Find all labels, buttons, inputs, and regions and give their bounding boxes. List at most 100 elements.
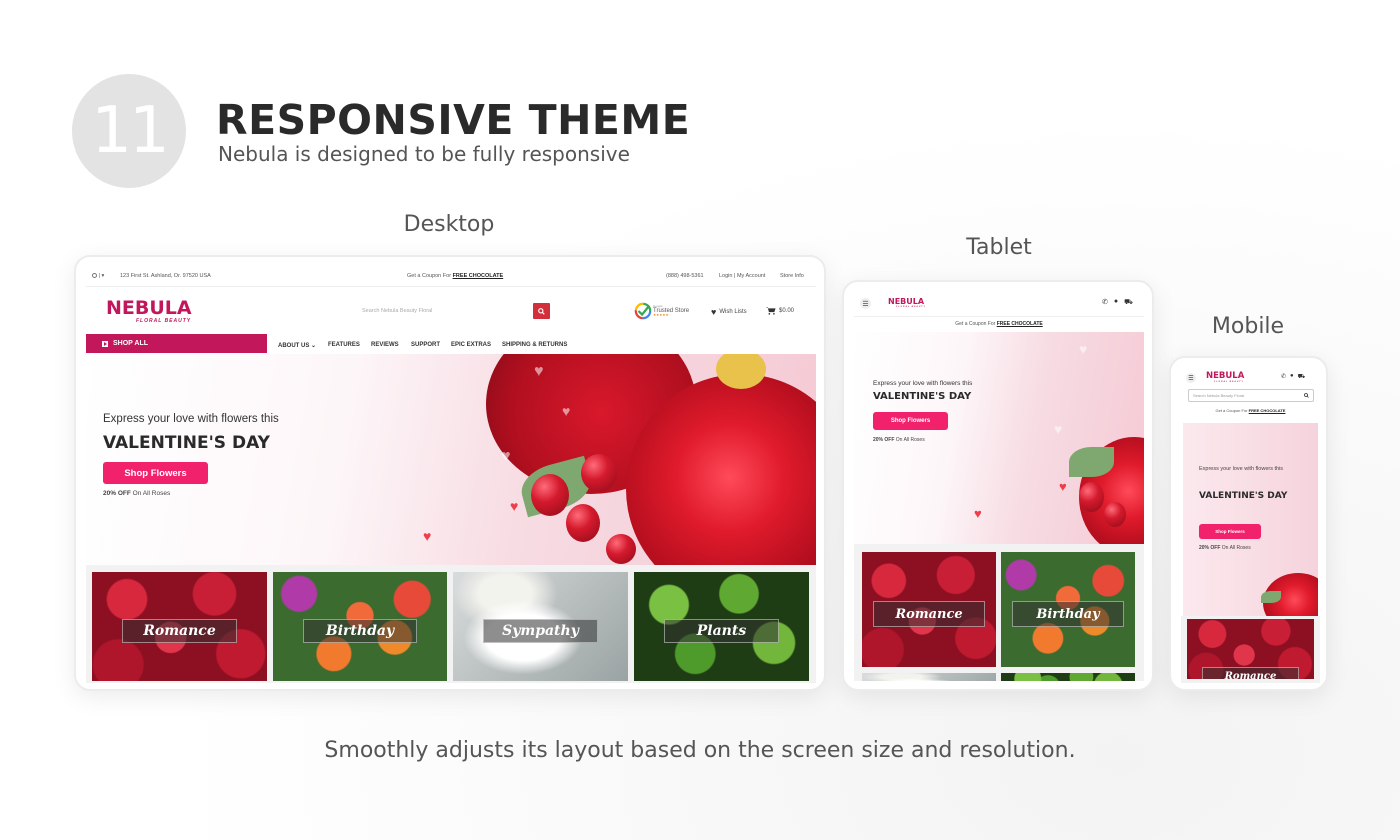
user-icon[interactable]: ● bbox=[1290, 373, 1294, 381]
category-tile-sympathy[interactable]: Sympathy bbox=[453, 572, 628, 681]
free-chocolate-link[interactable]: FREE CHOCOLATE bbox=[997, 321, 1043, 327]
slide-title: RESPONSIVE THEME bbox=[216, 96, 691, 144]
logo-wordmark: NEBULA bbox=[1206, 371, 1245, 381]
nav-about-us[interactable]: ABOUT US ⌄ bbox=[278, 342, 316, 349]
store-info-link[interactable]: Store Info bbox=[780, 273, 804, 279]
shop-flowers-button[interactable]: Shop Flowers bbox=[103, 462, 208, 484]
language-selector[interactable]: | ▾ bbox=[92, 273, 104, 279]
cart-icon[interactable]: ⛟ bbox=[1298, 373, 1306, 381]
step-number-badge: 11 bbox=[72, 74, 186, 188]
dropdown-caret-icon: | ▾ bbox=[98, 273, 105, 279]
mobile-label: Mobile bbox=[1211, 314, 1285, 339]
desktop-label: Desktop bbox=[403, 212, 495, 237]
desktop-device-frame: | ▾ 123 First St. Ashland, Or. 97520 USA… bbox=[74, 255, 826, 691]
site-logo[interactable]: NEBULA FLORAL BEAUTY bbox=[106, 297, 192, 325]
main-nav: ABOUT US ⌄ FEATURES REVIEWS SUPPORT EPIC… bbox=[267, 334, 816, 353]
mobile-header-icons: ✆ ● ⛟ bbox=[1281, 373, 1305, 381]
hamburger-menu-button[interactable]: ☰ bbox=[860, 298, 871, 309]
hero-eyebrow: Express your love with flowers this bbox=[103, 413, 279, 425]
user-icon[interactable]: ● bbox=[1114, 298, 1118, 307]
category-tile-romance[interactable]: Romance bbox=[1187, 619, 1314, 679]
heart-decoration-icon: ♥ bbox=[501, 448, 511, 465]
category-tile-sympathy[interactable] bbox=[862, 673, 996, 681]
offer-detail: On All Roses bbox=[1221, 545, 1251, 551]
category-grid: Romance bbox=[1181, 616, 1320, 683]
search-placeholder: Search Nebula Beauty Floral bbox=[1193, 393, 1245, 398]
mobile-screen: ☰ NEBULA FLORAL BEAUTY ✆ ● ⛟ Search Nebu… bbox=[1181, 368, 1320, 683]
search-input[interactable]: Search Nebula Beauty Floral bbox=[362, 308, 432, 314]
hero-offer: 20% OFF On All Roses bbox=[103, 490, 170, 497]
logo-tagline: FLORAL BEAUTY bbox=[1214, 380, 1244, 383]
coupon-banner: Get a Coupon For FREE CHOCOLATE bbox=[407, 273, 503, 279]
logo-wordmark: NEBULA bbox=[888, 297, 925, 306]
category-tile-plants[interactable]: Plants bbox=[634, 572, 809, 681]
search-input[interactable]: Search Nebula Beauty Floral bbox=[1188, 389, 1314, 402]
heart-decoration-icon: ♥ bbox=[1054, 421, 1063, 437]
heart-decoration-icon: ♥ bbox=[1079, 341, 1088, 357]
nav-epic-extras[interactable]: EPIC EXTRAS bbox=[451, 342, 491, 348]
free-chocolate-link[interactable]: FREE CHOCOLATE bbox=[453, 273, 504, 279]
coupon-banner: Get a Coupon For FREE CHOCOLATE bbox=[1181, 408, 1320, 413]
cart-total: $0.00 bbox=[779, 307, 795, 314]
phone-icon[interactable]: ✆ bbox=[1281, 373, 1286, 381]
play-square-icon bbox=[102, 340, 108, 347]
category-label: Romance bbox=[121, 618, 238, 643]
search-button[interactable] bbox=[533, 303, 550, 319]
hero-eyebrow: Express your love with flowers this bbox=[873, 380, 973, 387]
nav-support[interactable]: SUPPORT bbox=[411, 342, 440, 348]
logo-wordmark: NEBULA bbox=[106, 297, 192, 319]
site-logo[interactable]: NEBULA FLORAL BEAUTY bbox=[1206, 372, 1244, 383]
hamburger-icon: ☰ bbox=[862, 300, 869, 308]
category-label: Romance bbox=[872, 601, 986, 627]
shop-all-button[interactable]: SHOP ALL bbox=[86, 334, 267, 353]
hero-headline: VALENTINE'S DAY bbox=[103, 433, 270, 453]
category-label: Romance bbox=[1202, 667, 1299, 679]
wish-lists-link[interactable]: ♥ Wish Lists bbox=[711, 307, 747, 317]
shop-flowers-button[interactable]: Shop Flowers bbox=[1199, 524, 1261, 539]
hero-banner: Express your love with flowers this VALE… bbox=[1183, 423, 1318, 616]
offer-percent: 20% OFF bbox=[1199, 545, 1221, 551]
category-label: Birthday bbox=[1011, 601, 1125, 627]
category-tile-birthday[interactable]: Birthday bbox=[273, 572, 447, 681]
trusted-store-badge[interactable]: Google Trusted Store ★★★★★ bbox=[634, 302, 689, 320]
slide-subtitle: Nebula is designed to be fully responsiv… bbox=[218, 142, 630, 166]
category-grid: Romance Birthday Sympathy Plants bbox=[86, 565, 816, 683]
desktop-topbar: | ▾ 123 First St. Ashland, Or. 97520 USA… bbox=[86, 267, 816, 287]
category-tile-birthday[interactable]: Birthday bbox=[1001, 552, 1135, 667]
logo-tagline: FLORAL BEAUTY bbox=[136, 318, 192, 324]
search-icon bbox=[1304, 393, 1309, 398]
globe-icon bbox=[92, 273, 97, 279]
phone-icon[interactable]: ✆ bbox=[1102, 298, 1108, 307]
tablet-header-icons: ✆ ● ⛟ bbox=[1102, 298, 1133, 307]
nav-shipping-returns[interactable]: SHIPPING & RETURNS bbox=[502, 342, 567, 348]
hero-banner: ♥ ♥ ♥ ♥ ♥ Express your love with flowers… bbox=[86, 354, 816, 565]
google-check-icon bbox=[634, 302, 652, 320]
hero-offer: 20% OFF On All Roses bbox=[1199, 545, 1251, 551]
hero-offer: 20% OFF On All Roses bbox=[873, 437, 925, 443]
nav-reviews[interactable]: REVIEWS bbox=[371, 342, 399, 348]
category-tile-romance[interactable]: Romance bbox=[92, 572, 267, 681]
heart-decoration-icon: ♥ bbox=[423, 528, 432, 544]
site-logo[interactable]: NEBULA FLORAL BEAUTY bbox=[888, 297, 926, 309]
free-chocolate-link[interactable]: FREE CHOCOLATE bbox=[1249, 408, 1286, 413]
coupon-prefix: Get a Coupon For bbox=[955, 321, 996, 327]
shop-flowers-button[interactable]: Shop Flowers bbox=[873, 412, 948, 430]
nav-features[interactable]: FEATURES bbox=[328, 342, 360, 348]
coupon-prefix: Get a Coupon For bbox=[1215, 408, 1248, 413]
hero-headline: VALENTINE'S DAY bbox=[1199, 491, 1288, 501]
offer-detail: On All Roses bbox=[132, 490, 171, 497]
category-tile-plants[interactable] bbox=[1001, 673, 1135, 681]
category-tile-romance[interactable]: Romance bbox=[862, 552, 996, 667]
promo-slide: 11 RESPONSIVE THEME Nebula is designed t… bbox=[0, 0, 1400, 840]
category-grid: Romance Birthday bbox=[854, 544, 1144, 681]
cart-link[interactable]: $0.00 bbox=[766, 306, 794, 315]
slide-footer-caption: Smoothly adjusts its layout based on the… bbox=[324, 738, 1076, 763]
logo-tagline: FLORAL BEAUTY bbox=[896, 306, 926, 308]
login-account-link[interactable]: Login | My Account bbox=[719, 273, 765, 279]
hero-banner: ♥ ♥ ♥ ♥ Express your love with flowers t… bbox=[854, 332, 1144, 544]
hamburger-menu-button[interactable]: ☰ bbox=[1186, 373, 1196, 383]
cart-icon[interactable]: ⛟ bbox=[1124, 298, 1133, 307]
phone-number[interactable]: (888) 498-5361 bbox=[666, 273, 704, 279]
offer-detail: On All Roses bbox=[895, 437, 925, 443]
desktop-screen: | ▾ 123 First St. Ashland, Or. 97520 USA… bbox=[86, 267, 816, 683]
